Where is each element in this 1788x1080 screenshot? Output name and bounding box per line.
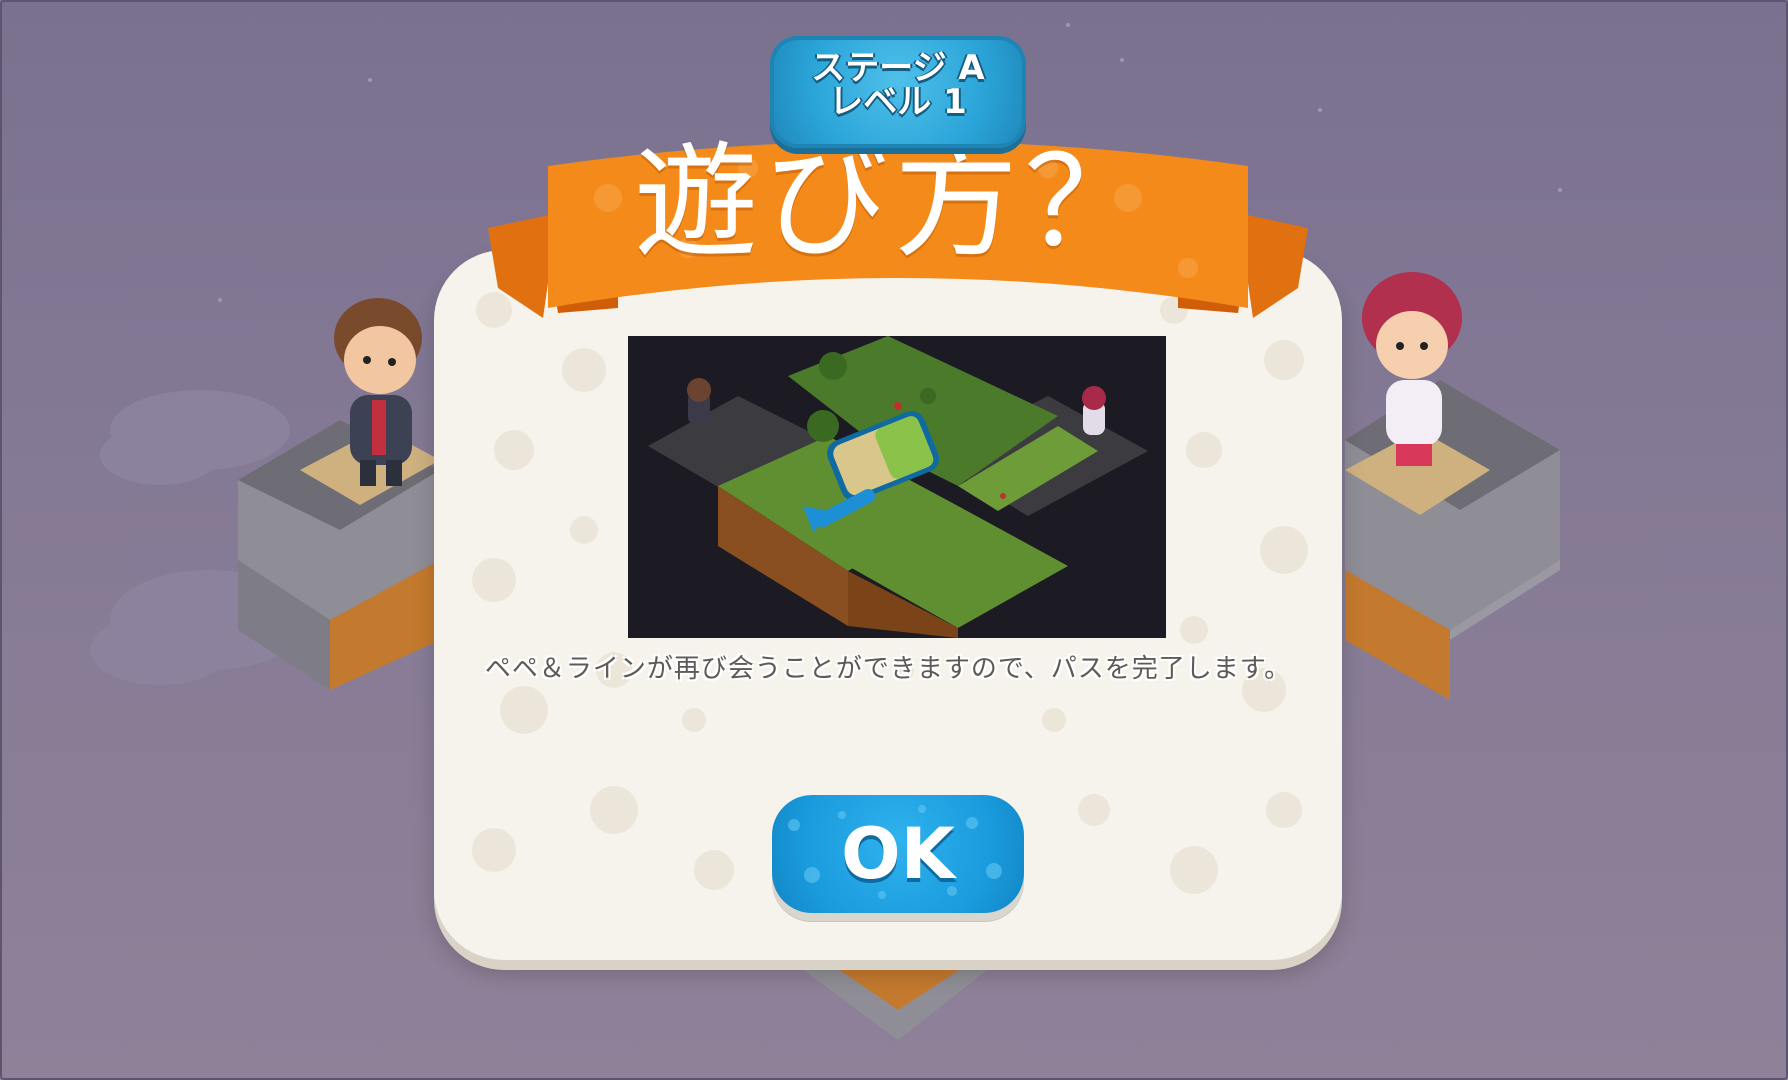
left-stone-platform: [238, 420, 440, 690]
tutorial-image: [628, 336, 1166, 638]
instruction-text: ペペ＆ラインが再び会うことができますので、パスを完了します。: [484, 654, 1292, 684]
level-label: レベル 1: [829, 82, 967, 122]
dialog-title: 遊び方？: [633, 131, 1154, 275]
ok-button[interactable]: OK: [772, 795, 1024, 913]
ok-button-label: OK: [841, 813, 955, 895]
right-stone-platform: [1345, 380, 1560, 700]
stage-level-badge: ステージ A レベル 1: [770, 36, 1026, 148]
stage-label: ステージ A: [811, 48, 985, 88]
